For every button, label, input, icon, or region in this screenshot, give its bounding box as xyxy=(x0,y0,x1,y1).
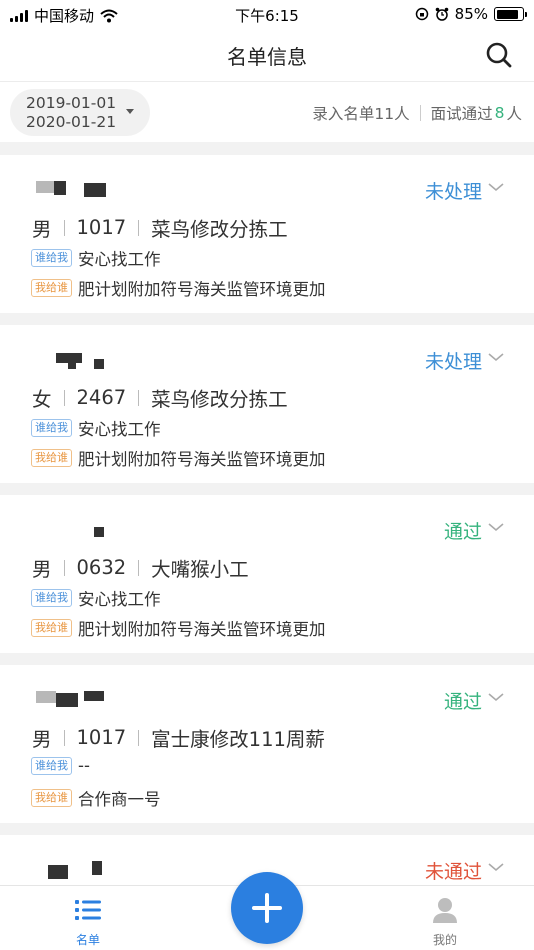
nav-bar: 名单信息 xyxy=(0,28,534,82)
tab-me[interactable]: 我的 xyxy=(415,896,475,948)
divider xyxy=(419,105,421,121)
job-name: 菜鸟修改分拣工 xyxy=(151,218,288,241)
candidate-info: 男 1017 菜鸟修改分拣工 xyxy=(32,213,288,242)
referrer-value: 安心找工作 xyxy=(78,250,161,269)
gender: 男 xyxy=(32,218,52,241)
tag-who-gave-me: 谁给我 xyxy=(31,419,72,437)
blurred-name xyxy=(36,861,106,879)
date-start: 2019-01-01 xyxy=(26,94,117,112)
tag-who-gave-me: 谁给我 xyxy=(31,249,72,267)
page-title: 名单信息 xyxy=(227,45,307,69)
status-label[interactable]: 通过 xyxy=(444,517,482,544)
alarm-icon xyxy=(435,7,448,21)
passed-label: 面试通过 xyxy=(430,105,493,123)
chevron-down-icon[interactable] xyxy=(488,351,504,363)
blurred-name xyxy=(36,521,106,537)
status-bar: 中国移动 下午6:15 85% xyxy=(0,0,534,28)
code: 1017 xyxy=(76,216,127,239)
tag-i-gave-to: 我给谁 xyxy=(31,279,72,297)
referrer-line: 谁给我 安心找工作 xyxy=(31,416,161,440)
tag-i-gave-to: 我给谁 xyxy=(31,789,72,807)
tab-list[interactable]: 名单 xyxy=(58,896,118,948)
gender: 男 xyxy=(32,558,52,581)
code: 2467 xyxy=(76,386,127,409)
recipient-value: 合作商一号 xyxy=(78,790,161,809)
tag-i-gave-to: 我给谁 xyxy=(31,449,72,467)
tag-i-gave-to: 我给谁 xyxy=(31,619,72,637)
status-label[interactable]: 通过 xyxy=(444,687,482,714)
chevron-down-icon[interactable] xyxy=(488,691,504,703)
status-label[interactable]: 未处理 xyxy=(425,177,482,204)
referrer-value: 安心找工作 xyxy=(78,590,161,609)
recipient-line: 我给谁 合作商一号 xyxy=(31,786,161,810)
filter-bar: 2019-01-01 2020-01-21 录入名单11人 面试通过 8 人 xyxy=(0,82,534,142)
recipient-line: 我给谁 肥计划附加符号海关监管环境更加 xyxy=(31,276,326,300)
referrer-line: 谁给我 安心找工作 xyxy=(31,246,161,270)
tab-me-label: 我的 xyxy=(432,933,457,947)
recipient-value: 肥计划附加符号海关监管环境更加 xyxy=(78,620,326,639)
search-icon[interactable] xyxy=(484,40,514,70)
gender: 女 xyxy=(32,388,52,411)
code: 1017 xyxy=(76,726,127,749)
chevron-down-icon[interactable] xyxy=(488,521,504,533)
passed-count: 8 xyxy=(494,104,505,122)
blurred-name xyxy=(36,691,106,707)
passed-unit: 人 xyxy=(506,105,522,123)
chevron-down-icon[interactable] xyxy=(488,861,504,873)
list-item[interactable]: 未处理 女 2467 菜鸟修改分拣工 谁给我 安心找工作 我给谁 肥计划附加符号… xyxy=(0,325,534,483)
list-item[interactable]: 通过 男 1017 富士康修改111周薪 谁给我 -- 我给谁 合作商一号 xyxy=(0,665,534,823)
list-item[interactable]: 通过 男 0632 大嘴猴小工 谁给我 安心找工作 我给谁 肥计划附加符号海关监… xyxy=(0,495,534,653)
rotation-lock-icon xyxy=(415,7,428,21)
job-name: 菜鸟修改分拣工 xyxy=(151,388,288,411)
entered-count: 录入名单11人 xyxy=(312,105,410,123)
recipient-line: 我给谁 肥计划附加符号海关监管环境更加 xyxy=(31,446,326,470)
add-button[interactable] xyxy=(231,872,303,944)
chevron-down-icon[interactable] xyxy=(488,181,504,193)
gender: 男 xyxy=(32,728,52,751)
battery-percent: 85% xyxy=(454,5,488,23)
date-range-picker[interactable]: 2019-01-01 2020-01-21 xyxy=(10,89,150,136)
job-name: 大嘴猴小工 xyxy=(151,558,249,581)
recipient-value: 肥计划附加符号海关监管环境更加 xyxy=(78,280,326,299)
status-label[interactable]: 未通过 xyxy=(425,857,482,884)
caret-down-icon xyxy=(126,109,134,114)
referrer-line: 谁给我 -- xyxy=(31,756,90,775)
referrer-value: 安心找工作 xyxy=(78,420,161,439)
list-icon xyxy=(75,900,101,920)
recipient-line: 我给谁 肥计划附加符号海关监管环境更加 xyxy=(31,616,326,640)
blurred-name xyxy=(36,181,106,197)
status-label[interactable]: 未处理 xyxy=(425,347,482,374)
candidate-info: 男 0632 大嘴猴小工 xyxy=(32,553,249,582)
job-name: 富士康修改111周薪 xyxy=(151,728,325,751)
code: 0632 xyxy=(76,556,127,579)
user-icon xyxy=(433,898,457,923)
referrer-value: -- xyxy=(78,756,90,775)
date-end: 2020-01-21 xyxy=(26,113,117,131)
tab-list-label: 名单 xyxy=(75,933,100,947)
tag-who-gave-me: 谁给我 xyxy=(31,589,72,607)
battery-icon xyxy=(494,7,527,21)
list-item[interactable]: 未处理 男 1017 菜鸟修改分拣工 谁给我 安心找工作 我给谁 肥计划附加符号… xyxy=(0,155,534,313)
referrer-line: 谁给我 安心找工作 xyxy=(31,586,161,610)
blurred-name xyxy=(36,351,106,369)
recipient-value: 肥计划附加符号海关监管环境更加 xyxy=(78,450,326,469)
summary: 录入名单11人 面试通过 8 人 xyxy=(312,102,522,124)
candidate-info: 男 1017 富士康修改111周薪 xyxy=(32,723,325,752)
tag-who-gave-me: 谁给我 xyxy=(31,756,72,775)
candidate-info: 女 2467 菜鸟修改分拣工 xyxy=(32,383,288,412)
